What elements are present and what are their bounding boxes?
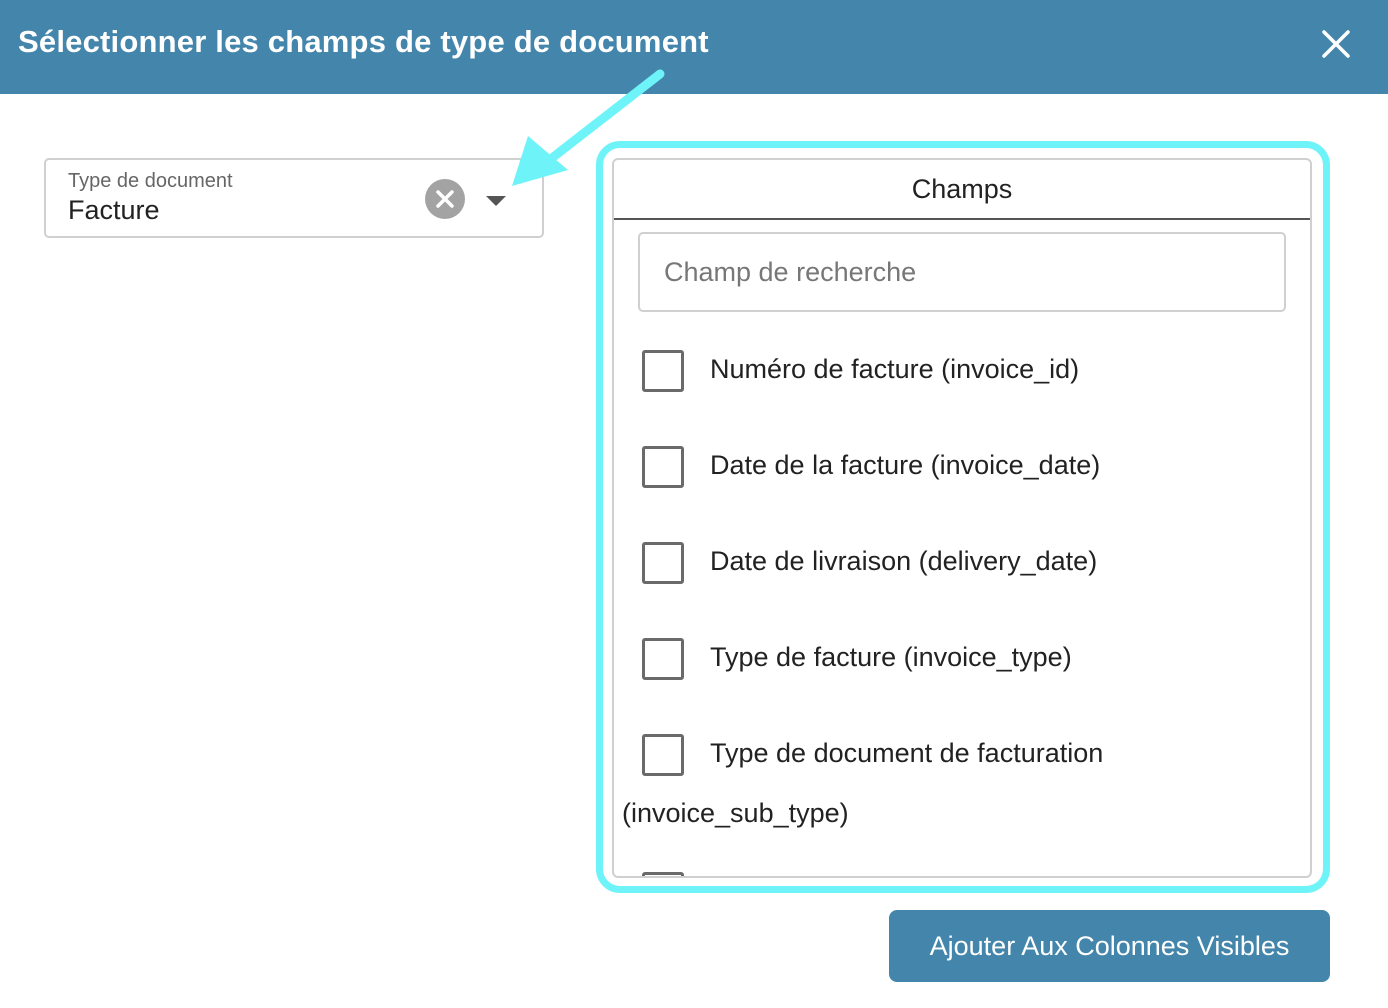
field-search-input[interactable] xyxy=(638,232,1286,312)
field-item-invoice-sub-type[interactable]: Type de document de facturation xyxy=(642,734,1282,778)
document-type-label: Type de document xyxy=(68,170,233,192)
close-icon xyxy=(1322,30,1350,58)
field-checkbox[interactable] xyxy=(642,350,684,392)
field-label: Type de document de facturation xyxy=(710,738,1104,768)
close-button[interactable] xyxy=(1314,22,1358,66)
fields-panel-header: Champs xyxy=(614,160,1310,220)
field-item-invoice-date[interactable]: Date de la facture (invoice_date) xyxy=(642,446,1282,490)
field-label: Type de facture (invoice_type) xyxy=(710,642,1072,672)
field-item-delivery-date[interactable]: Date de livraison (delivery_date) xyxy=(642,542,1282,586)
field-label: Date de livraison (delivery_date) xyxy=(710,546,1098,576)
caret-down-icon xyxy=(486,196,506,206)
document-type-select[interactable]: Type de document Facture xyxy=(44,158,544,238)
field-item-invoice-type[interactable]: Type de facture (invoice_type) xyxy=(642,638,1282,682)
field-checkbox[interactable] xyxy=(642,734,684,776)
field-item-invoice-id[interactable]: Numéro de facture (invoice_id) xyxy=(642,350,1282,394)
field-label: Date de la facture (invoice_date) xyxy=(710,450,1101,480)
field-label: Numéro de facture (invoice_id) xyxy=(710,354,1080,384)
add-to-visible-columns-button[interactable]: Ajouter Aux Colonnes Visibles xyxy=(889,910,1330,982)
fields-panel: Champs Numéro de facture (invoice_id) Da… xyxy=(612,158,1312,878)
clear-circle-icon xyxy=(425,179,465,219)
field-checkbox[interactable] xyxy=(642,446,684,488)
dropdown-toggle-button[interactable] xyxy=(482,186,510,214)
field-item-partial[interactable] xyxy=(642,872,1282,876)
dialog-title: Sélectionner les champs de type de docum… xyxy=(18,24,709,59)
field-checkbox[interactable] xyxy=(642,638,684,680)
field-label-continued: (invoice_sub_type) xyxy=(622,798,849,828)
field-checkbox[interactable] xyxy=(642,872,684,876)
dialog-header: Sélectionner les champs de type de docum… xyxy=(0,0,1388,94)
clear-selection-button[interactable] xyxy=(424,178,466,220)
document-type-value: Facture xyxy=(68,195,160,225)
field-checkbox[interactable] xyxy=(642,542,684,584)
